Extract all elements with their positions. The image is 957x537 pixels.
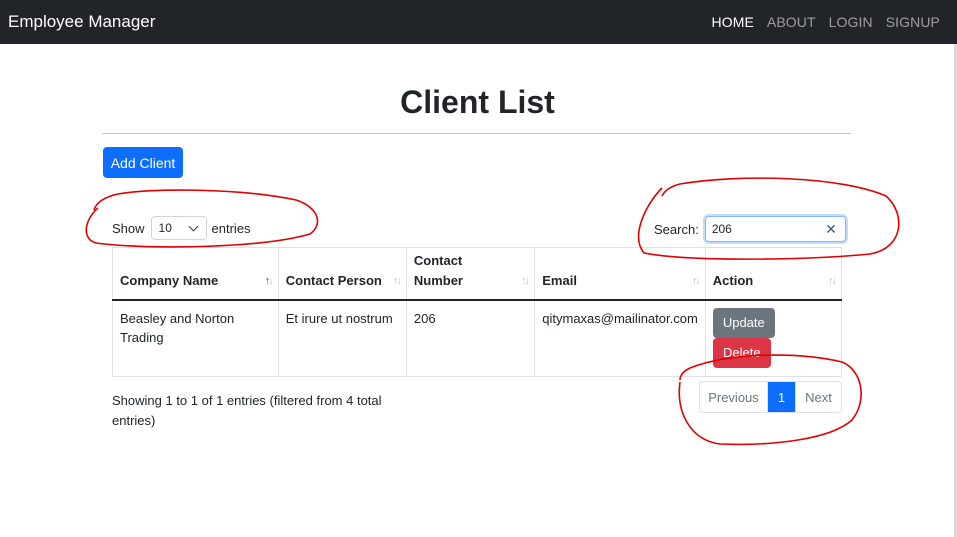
search-label: Search: [654, 221, 699, 237]
sort-asc-icon: ↑↓ [264, 274, 274, 287]
entries-label: entries [211, 220, 251, 236]
clients-table: Company Name ↑↓ Contact Person ↑↓ Contac… [112, 247, 843, 377]
entries-select[interactable]: 10 [150, 216, 207, 240]
cell-contact-number: 206 [405, 299, 536, 377]
brand-title[interactable]: Employee Manager [8, 12, 155, 32]
length-menu: Show 10 entries [112, 216, 251, 240]
add-client-button[interactable]: Add Client [103, 147, 183, 178]
header-label: Company Name [120, 272, 219, 288]
table-row: Beasley and Norton Trading Et irure ut n… [112, 299, 843, 377]
nav-about-link[interactable]: ABOUT [767, 14, 816, 30]
header-contact-person[interactable]: Contact Person ↑↓ [277, 247, 407, 301]
cell-company: Beasley and Norton Trading [112, 299, 279, 377]
header-action[interactable]: Action ↑↓ [704, 247, 843, 301]
cell-email: qitymaxas@mailinator.com [534, 299, 706, 377]
sort-icon: ↑↓ [828, 274, 837, 287]
header-company-name[interactable]: Company Name ↑↓ [112, 247, 279, 301]
search-input-value: 206 [711, 222, 732, 236]
page-title: Client List [400, 84, 555, 120]
table-info: Showing 1 to 1 of 1 entries (filtered fr… [112, 393, 382, 428]
header-contact-number[interactable]: Contact Number ↑↓ [405, 247, 536, 301]
delete-button[interactable]: Delete [712, 337, 771, 368]
cell-contact-person: Et irure ut nostrum [277, 299, 407, 377]
search-filter: Search: 206 ✕ [654, 216, 846, 242]
header-label: Contact Number [413, 252, 463, 288]
pagination-page-1[interactable]: 1 [768, 382, 795, 412]
nav-signup-link[interactable]: SIGNUP [886, 14, 940, 30]
pagination: Previous 1 Next [699, 381, 842, 413]
update-button[interactable]: Update [712, 307, 775, 338]
header-email[interactable]: Email ↑↓ [534, 247, 706, 301]
sort-icon: ↑↓ [691, 274, 701, 287]
nav-home-link[interactable]: HOME [712, 14, 754, 30]
nav-login-link[interactable]: LOGIN [829, 14, 873, 30]
entries-select-value: 10 [158, 221, 172, 235]
pagination-previous[interactable]: Previous [700, 382, 768, 412]
cell-actions: Update Delete [704, 299, 843, 377]
table-header-row: Company Name ↑↓ Contact Person ↑↓ Contac… [112, 247, 843, 301]
pagination-next[interactable]: Next [795, 382, 841, 412]
header-label: Action [712, 272, 754, 288]
title-divider [102, 133, 851, 134]
chevron-down-icon [188, 221, 198, 231]
nav-links: HOME ABOUT LOGIN SIGNUP [699, 14, 941, 30]
search-input[interactable]: 206 ✕ [704, 216, 846, 242]
close-icon[interactable]: ✕ [825, 221, 837, 238]
sort-icon: ↑↓ [392, 274, 402, 287]
header-label: Contact Person [285, 272, 382, 288]
header-label: Email [542, 272, 577, 288]
sort-icon: ↑↓ [521, 274, 530, 287]
show-label: Show [112, 220, 145, 236]
navbar: Employee Manager HOME ABOUT LOGIN SIGNUP [0, 0, 957, 44]
